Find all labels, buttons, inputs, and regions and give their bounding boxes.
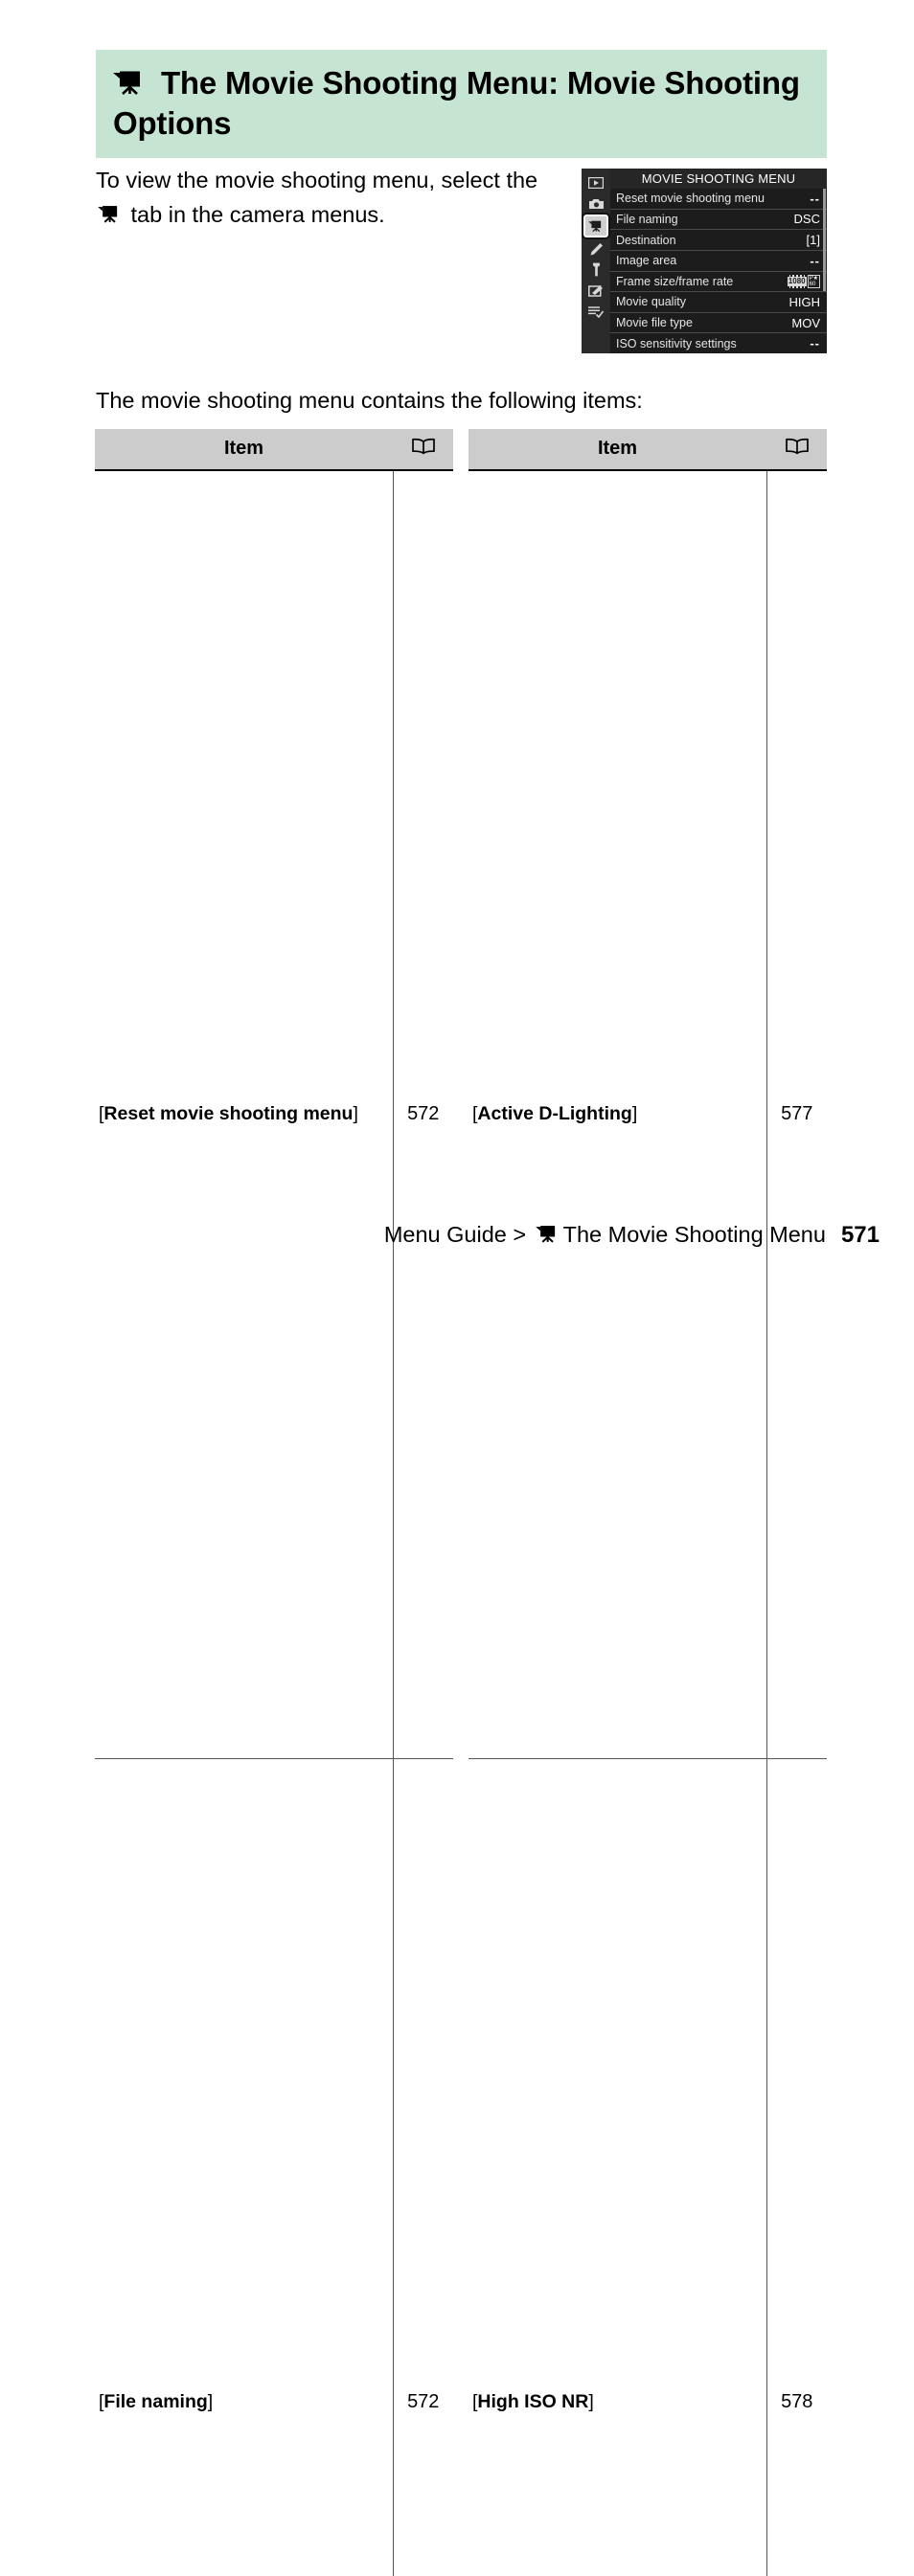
page-cell: 572: [392, 470, 453, 1759]
breadcrumb-before: Menu Guide >: [383, 1222, 533, 1247]
page-title: The Movie Shooting Menu: Movie Shooting …: [113, 63, 806, 143]
movie-camera-icon: [533, 1222, 563, 1247]
item-cell: [File naming]: [95, 1758, 393, 2576]
camera-menu-scrollbar[interactable]: [823, 189, 826, 291]
table-body: [Reset movie shooting menu] 572 [File na…: [95, 470, 453, 2576]
camera-menu-item[interactable]: Reset movie shooting menu --: [610, 189, 827, 209]
item-name: Reset movie shooting menu: [103, 1102, 354, 1124]
book-icon: [785, 438, 810, 461]
menu-items-table-right: Item [Active D-Lighting] 577 [High ISO N…: [468, 429, 827, 2576]
movie-camera-icon: [96, 202, 125, 227]
custom-settings-pencil-icon[interactable]: [585, 238, 606, 259]
tables-lead-text: The movie shooting menu contains the fol…: [96, 388, 643, 413]
item-name: High ISO NR: [477, 2390, 589, 2412]
bracket-close: ]: [353, 1102, 358, 1124]
column-header-page: [393, 429, 453, 471]
page-number: 571: [840, 1222, 880, 1248]
page-footer: Menu Guide > The Movie Shooting Menu 571: [0, 1222, 914, 1249]
camera-menu-item-value: --: [810, 191, 820, 206]
movie-camera-icon: [113, 65, 161, 101]
camera-menu-item-label: Movie quality: [616, 295, 686, 309]
camera-menu-item-value: DSC: [793, 212, 820, 227]
camera-menu-screenshot: MOVIE SHOOTING MENU Reset movie shooting…: [582, 169, 827, 353]
table-header-row: Item: [468, 429, 827, 471]
table-row: [File naming] 572: [95, 1758, 453, 2576]
camera-menu-item-value: MOV: [791, 315, 820, 330]
camera-menu-item-value: HIGH: [788, 294, 821, 309]
retouch-icon[interactable]: [585, 281, 606, 301]
bracket-close: ]: [588, 2390, 594, 2412]
page-cell: 572: [392, 1758, 453, 2576]
camera-menu-item[interactable]: Movie file type MOV: [610, 311, 827, 333]
intro-text-before: To view the movie shooting menu, select …: [96, 168, 538, 192]
intro-text-after: tab in the camera menus.: [125, 202, 385, 228]
item-cell: [High ISO NR]: [468, 1758, 766, 2576]
item-cell: [Active D-Lighting]: [468, 470, 766, 1759]
document-page: The Movie Shooting Menu: Movie Shooting …: [0, 0, 914, 2576]
camera-menu-item-label: Movie file type: [616, 316, 693, 330]
camera-menu-list: Reset movie shooting menu -- File naming…: [610, 189, 827, 353]
camera-menu-item-label: Image area: [616, 254, 677, 268]
table-row: [Reset movie shooting menu] 572: [95, 470, 453, 1759]
camera-menu-item[interactable]: File naming DSC: [610, 208, 827, 230]
photo-shooting-icon[interactable]: [585, 193, 606, 214]
book-icon: [411, 438, 436, 461]
camera-menu-item-value: [1]: [806, 233, 820, 248]
camera-menu-tab-sidebar: [582, 169, 610, 353]
table-row: [Active D-Lighting] 577: [468, 470, 827, 1759]
camera-menu-item-label: Reset movie shooting menu: [616, 192, 765, 206]
bracket-close: ]: [631, 1102, 638, 1124]
camera-menu-item-label: ISO sensitivity settings: [616, 336, 737, 350]
bracket-close: ]: [207, 2390, 214, 2412]
camera-menu-item-label: File naming: [616, 212, 678, 226]
item-name: Active D-Lighting: [477, 1102, 632, 1124]
item-cell: [Reset movie shooting menu]: [95, 470, 393, 1759]
menu-items-table-left: Item [Reset movie shooting menu] 572 [Fi…: [95, 429, 453, 2576]
page-cell: 578: [765, 1758, 827, 2576]
my-menu-icon[interactable]: [585, 302, 606, 322]
table-row: [High ISO NR] 578: [468, 1758, 827, 2576]
page-cell: 577: [765, 470, 827, 1759]
camera-menu-item[interactable]: Destination [1]: [610, 229, 827, 250]
camera-menu-item[interactable]: ISO sensitivity settings --: [610, 332, 827, 353]
camera-menu-item[interactable]: Frame size/frame rate 1080 P★ 60: [610, 270, 827, 292]
table-header-row: Item: [95, 429, 453, 471]
breadcrumb-after: The Movie Shooting Menu: [562, 1222, 826, 1247]
intro-paragraph-block: To view the movie shooting menu, select …: [96, 163, 556, 233]
playback-icon[interactable]: [585, 172, 606, 192]
movie-shooting-icon[interactable]: [582, 213, 610, 239]
breadcrumb: Menu Guide > The Movie Shooting Menu: [384, 1222, 826, 1248]
camera-menu-item[interactable]: Image area --: [610, 249, 827, 271]
frame-size-badge-icon: 1080 P★ 60: [787, 274, 820, 288]
camera-menu-item[interactable]: Movie quality HIGH: [610, 291, 827, 312]
camera-menu-body: MOVIE SHOOTING MENU Reset movie shooting…: [610, 169, 827, 353]
camera-menu-title: MOVIE SHOOTING MENU: [610, 169, 827, 189]
camera-menu-item-label: Frame size/frame rate: [616, 274, 734, 288]
intro-paragraph: To view the movie shooting menu, select …: [96, 163, 556, 233]
item-name: File naming: [103, 2390, 208, 2412]
column-header-item: Item: [468, 429, 766, 471]
camera-menu-item-value: 1080 P★ 60: [787, 274, 820, 288]
column-header-page: [766, 429, 827, 471]
section-header-banner: The Movie Shooting Menu: Movie Shooting …: [96, 50, 827, 159]
camera-menu-item-label: Destination: [616, 233, 676, 247]
column-header-item: Item: [95, 429, 393, 471]
camera-menu-item-value: --: [810, 336, 820, 351]
table-body: [Active D-Lighting] 577 [High ISO NR] 57…: [468, 470, 827, 2576]
page-title-text: The Movie Shooting Menu: Movie Shooting …: [113, 65, 800, 141]
camera-menu-item-value: --: [810, 253, 820, 268]
setup-wrench-icon[interactable]: [585, 260, 606, 280]
